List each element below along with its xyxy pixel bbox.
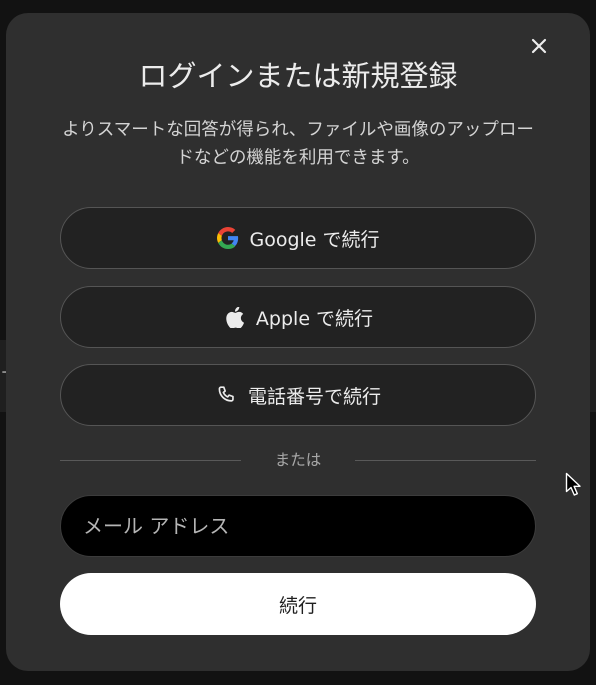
modal-title: ログインまたは新規登録 — [138, 59, 458, 93]
phone-icon — [215, 383, 239, 407]
google-signin-label: Google で続行 — [249, 228, 380, 251]
continue-label: 続行 — [278, 594, 317, 617]
close-button[interactable] — [528, 35, 550, 57]
apple-signin-label: Apple で続行 — [255, 307, 374, 330]
phone-signin-label: 電話番号で続行 — [247, 385, 381, 408]
apple-signin-button[interactable]: Apple で続行 — [60, 286, 536, 348]
google-icon — [216, 226, 240, 250]
divider-label: または — [274, 451, 322, 469]
modal-subtitle: よりスマートな回答が得られ、ファイルや画像のアップロードなどの機能を利用できます… — [62, 120, 534, 168]
phone-signin-button[interactable]: 電話番号で続行 — [60, 364, 536, 426]
apple-icon — [223, 305, 247, 329]
or-divider: または — [60, 448, 536, 472]
close-icon — [531, 38, 547, 54]
email-input[interactable] — [60, 495, 536, 557]
continue-button[interactable]: 続行 — [60, 573, 536, 635]
mouse-pointer-icon — [565, 472, 583, 502]
divider-line-left — [60, 460, 241, 461]
google-signin-button[interactable]: Google で続行 — [60, 207, 536, 269]
divider-line-right — [355, 460, 536, 461]
